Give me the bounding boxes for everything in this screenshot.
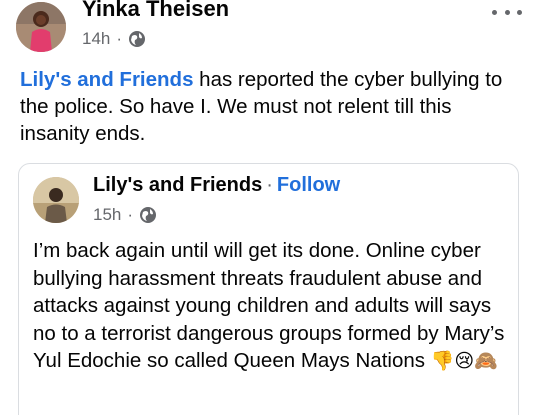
- author-avatar[interactable]: [16, 2, 66, 52]
- globe-icon: [139, 206, 157, 224]
- post-meta: 14h ·: [82, 29, 146, 49]
- facebook-post: Yinka Theisen 14h · Lily's and Friends h…: [0, 0, 537, 415]
- follow-button[interactable]: Follow: [277, 174, 340, 196]
- post-body: Lily's and Friends has reported the cybe…: [20, 66, 525, 147]
- thumbs-down-emoji: 👎: [430, 350, 455, 372]
- globe-icon: [128, 30, 146, 48]
- name-separator: ·: [266, 174, 273, 196]
- author-name[interactable]: Yinka Theisen: [82, 0, 229, 22]
- shared-author-row: Lily's and Friends · Follow: [93, 174, 340, 197]
- shared-author-name[interactable]: Lily's and Friends: [93, 174, 262, 196]
- shared-author-avatar[interactable]: [33, 177, 79, 223]
- emoji-row: 👎😢🙈: [431, 349, 498, 372]
- post-header: Yinka Theisen 14h ·: [10, 0, 530, 62]
- crying-face-emoji: 😢: [454, 350, 475, 372]
- see-no-evil-monkey-emoji: 🙈: [474, 350, 498, 372]
- post-timestamp[interactable]: 14h: [82, 29, 110, 49]
- shared-post-body: I’m back again until will get its done. …: [33, 237, 513, 376]
- mentioned-page-link[interactable]: Lily's and Friends: [20, 68, 193, 91]
- shared-meta: 15h ·: [93, 205, 157, 225]
- shared-timestamp[interactable]: 15h: [93, 205, 121, 225]
- shared-post-card[interactable]: Lily's and Friends · Follow 15h · I’m back…: [18, 163, 519, 415]
- more-options-icon[interactable]: [492, 4, 522, 20]
- meta-dot: ·: [127, 205, 134, 224]
- meta-dot: ·: [116, 29, 123, 48]
